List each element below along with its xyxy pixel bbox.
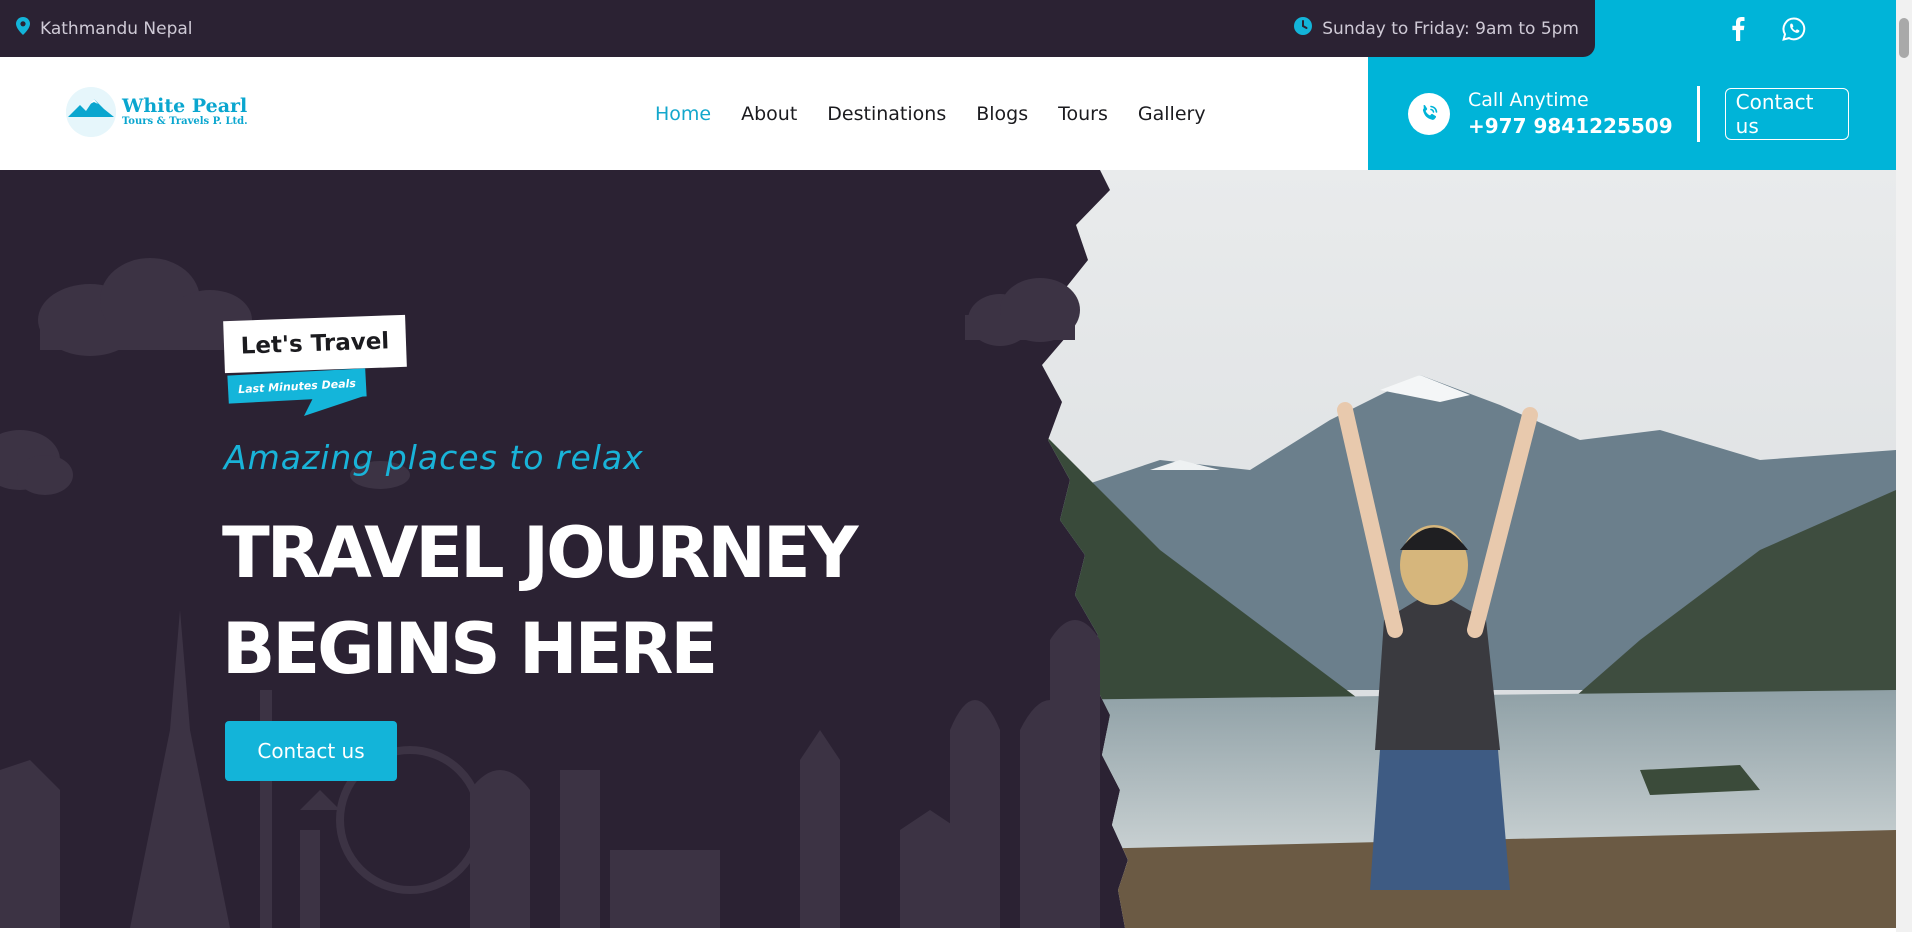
hero-contact-button[interactable]: Contact us: [225, 721, 397, 781]
page-scrollbar[interactable]: [1896, 0, 1912, 932]
site-logo[interactable]: White Pearl Tours & Travels P. Ltd.: [66, 87, 248, 137]
nav-tours[interactable]: Tours: [1058, 103, 1108, 125]
hours-info: Sunday to Friday: 9am to 5pm: [1294, 17, 1579, 40]
hero-tagline: Amazing places to relax: [224, 438, 644, 477]
ribbon-tail-icon: [304, 396, 364, 416]
location-info: Kathmandu Nepal: [16, 17, 193, 40]
mountain-logo-icon: [66, 87, 116, 137]
top-bar-info: Kathmandu Nepal Sunday to Friday: 9am to…: [0, 0, 1595, 57]
logo-name: White Pearl: [122, 95, 248, 117]
location-pin-icon: [16, 17, 30, 40]
call-number[interactable]: +977 9841225509: [1468, 112, 1673, 140]
nav-about[interactable]: About: [741, 103, 797, 125]
location-text: Kathmandu Nepal: [40, 18, 193, 39]
call-info: Call Anytime +977 9841225509: [1468, 88, 1673, 140]
main-menu: Home About Destinations Blogs Tours Gall…: [655, 57, 1206, 170]
main-navbar: White Pearl Tours & Travels P. Ltd. Home…: [0, 57, 1896, 170]
logo-subtitle: Tours & Travels P. Ltd.: [122, 116, 248, 127]
hero-section: Let's Travel Last Minutes Deals Amazing …: [0, 170, 1896, 928]
call-label: Call Anytime: [1468, 88, 1589, 111]
whatsapp-icon[interactable]: [1781, 16, 1807, 42]
clock-icon: [1294, 17, 1313, 40]
nav-blogs[interactable]: Blogs: [976, 103, 1028, 125]
hero-headline: TRAVEL JOURNEY BEGINS HERE: [222, 505, 858, 697]
facebook-icon[interactable]: [1725, 16, 1751, 42]
badge-title: Let's Travel: [223, 314, 407, 374]
headline-line-2: BEGINS HERE: [222, 608, 718, 690]
phone-icon: [1408, 92, 1450, 135]
hours-text: Sunday to Friday: 9am to 5pm: [1322, 18, 1579, 39]
contact-us-button[interactable]: Contact us: [1724, 87, 1849, 140]
nav-home[interactable]: Home: [655, 103, 711, 125]
nav-gallery[interactable]: Gallery: [1138, 103, 1206, 125]
lets-travel-badge: Let's Travel Last Minutes Deals: [223, 314, 407, 416]
logo-text: White Pearl Tours & Travels P. Ltd.: [122, 96, 248, 128]
top-bar: Kathmandu Nepal Sunday to Friday: 9am to…: [0, 0, 1896, 57]
divider: [1696, 85, 1700, 142]
scrollbar-thumb[interactable]: [1899, 18, 1909, 58]
headline-line-1: TRAVEL JOURNEY: [222, 512, 858, 594]
call-panel: Call Anytime +977 9841225509 Contact us: [1368, 57, 1896, 170]
nav-destinations[interactable]: Destinations: [827, 103, 946, 125]
social-links: [1725, 0, 1807, 57]
